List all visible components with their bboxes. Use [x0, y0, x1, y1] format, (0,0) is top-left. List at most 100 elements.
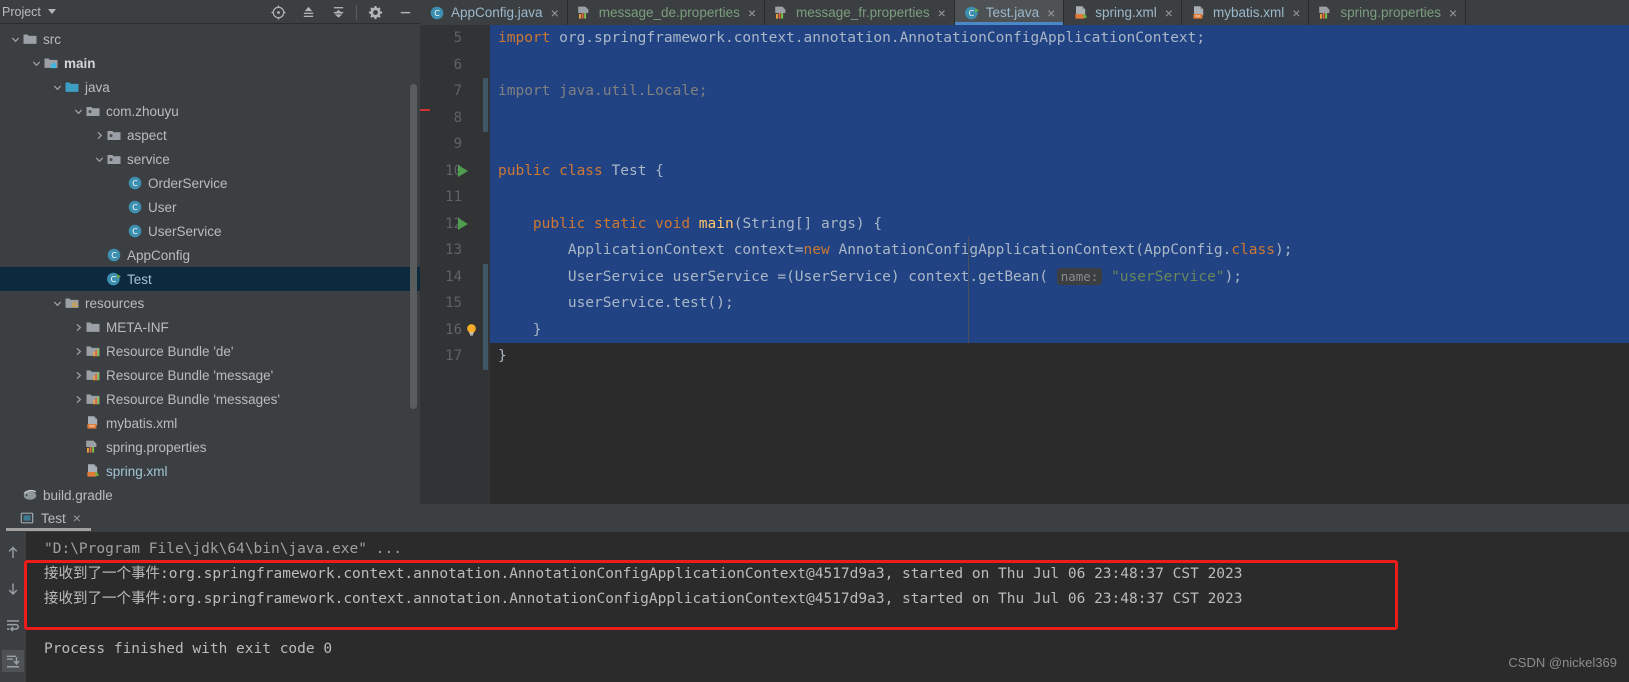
tree-item-meta-inf[interactable]: META-INF — [0, 315, 420, 339]
soft-wrap-icon[interactable] — [2, 614, 24, 636]
close-icon[interactable]: × — [1047, 6, 1055, 20]
tree-item-src[interactable]: src — [0, 27, 420, 51]
tree-item-label: mybatis.xml — [106, 415, 178, 431]
close-icon[interactable]: × — [1449, 6, 1457, 20]
tree-item-appconfig[interactable]: C AppConfig — [0, 243, 420, 267]
line-number: 9 — [453, 136, 462, 152]
chevron-down-icon[interactable] — [47, 9, 56, 14]
minimize-icon[interactable] — [390, 0, 420, 24]
code-line[interactable]: 17} — [420, 343, 1629, 370]
chevron-down-icon[interactable] — [29, 51, 43, 75]
close-icon[interactable]: × — [73, 510, 81, 526]
code-line[interactable]: 15 userService.test(); — [420, 290, 1629, 317]
chevron-right-icon[interactable] — [71, 363, 85, 387]
collapse-all-icon[interactable] — [323, 0, 353, 24]
code-line[interactable]: 13 ApplicationContext context=new Annota… — [420, 237, 1629, 264]
code-line[interactable]: 7 import java.util.Locale; — [420, 78, 1629, 105]
tree-item-build-gradle[interactable]: build.gradle — [0, 483, 420, 504]
down-arrow-icon[interactable] — [2, 578, 24, 600]
line-number: 7 — [453, 83, 462, 99]
run-tab-test[interactable]: Test × — [0, 504, 91, 532]
expand-all-icon[interactable] — [293, 0, 323, 24]
chevron-right-icon[interactable] — [71, 315, 85, 339]
svg-text:<>: <> — [1195, 14, 1201, 19]
editor-tab-test-java[interactable]: C Test.java × — [954, 0, 1065, 25]
project-toolbar — [263, 0, 420, 24]
project-tree[interactable]: src main java com.zhouyu aspect service C Order… — [0, 24, 420, 504]
chevron-right-icon[interactable] — [71, 387, 85, 411]
code-line[interactable]: 16 } — [420, 316, 1629, 343]
tree-item-test[interactable]: C Test — [0, 267, 420, 291]
close-icon[interactable]: × — [551, 6, 559, 20]
tree-item-resources[interactable]: resources — [0, 291, 420, 315]
editor-area: C AppConfig.java × message_de.properties × me… — [420, 0, 1629, 504]
code-line[interactable]: 10 public class Test { — [420, 157, 1629, 184]
properties-file-icon — [774, 5, 790, 21]
tree-item-main[interactable]: main — [0, 51, 420, 75]
tree-item-userservice[interactable]: C UserService — [0, 219, 420, 243]
editor-tab-mybatis-xml[interactable]: <> mybatis.xml × — [1182, 0, 1310, 25]
editor-tab-appconfig-java[interactable]: C AppConfig.java × — [420, 0, 568, 25]
close-icon[interactable]: × — [938, 6, 946, 20]
editor-tab-spring-properties[interactable]: spring.properties × — [1309, 0, 1467, 25]
code-line[interactable]: 11 — [420, 184, 1629, 211]
code-line-text — [490, 51, 1629, 78]
console-line: 接收到了一个事件:org.springframework.context.ann… — [44, 566, 1243, 582]
code-line[interactable]: 12 public static void main(String[] args… — [420, 210, 1629, 237]
tree-item-spring-xml[interactable]: spring.xml — [0, 459, 420, 483]
scroll-to-end-icon[interactable] — [2, 650, 24, 672]
spring-xml-icon — [85, 463, 102, 479]
chevron-right-icon[interactable] — [92, 123, 106, 147]
run-gutter-icon[interactable] — [458, 164, 468, 177]
tree-item-service[interactable]: service — [0, 147, 420, 171]
tree-item-mybatis-xml[interactable]: <> mybatis.xml — [0, 411, 420, 435]
gear-icon[interactable] — [360, 0, 390, 24]
code-editor[interactable]: 5 import org.springframework.context.anno… — [420, 25, 1629, 504]
tree-item-aspect[interactable]: aspect — [0, 123, 420, 147]
chevron-down-icon[interactable] — [50, 291, 64, 315]
console-line: Process finished with exit code 0 — [44, 641, 333, 657]
close-icon[interactable]: × — [1165, 6, 1173, 20]
code-lines[interactable]: 5 import org.springframework.context.anno… — [420, 25, 1629, 504]
run-gutter-icon[interactable] — [458, 217, 468, 230]
tree-item-com-zhouyu[interactable]: com.zhouyu — [0, 99, 420, 123]
code-line[interactable]: 9 — [420, 131, 1629, 158]
console-output[interactable]: "D:\Program File\jdk\64\bin\java.exe" ..… — [26, 532, 1629, 682]
code-line[interactable]: 5 import org.springframework.context.anno… — [420, 25, 1629, 52]
tree-item-java[interactable]: java — [0, 75, 420, 99]
chevron-down-icon[interactable] — [92, 147, 106, 171]
code-line[interactable]: 8 — [420, 104, 1629, 131]
tree-item-resource-bundle-message[interactable]: Resource Bundle 'message' — [0, 363, 420, 387]
chevron-down-icon[interactable] — [50, 75, 64, 99]
tree-item-resource-bundle-messages[interactable]: Resource Bundle 'messages' — [0, 387, 420, 411]
line-number: 16 — [445, 321, 462, 338]
run-tool-window: Test × "D:\Program File\jdk\64\bin\java.… — [0, 504, 1629, 682]
locate-target-icon[interactable] — [263, 0, 293, 24]
line-number: 15 — [445, 295, 462, 311]
tree-item-user[interactable]: C User — [0, 195, 420, 219]
code-line[interactable]: 6 — [420, 51, 1629, 78]
tree-item-orderservice[interactable]: C OrderService — [0, 171, 420, 195]
chevron-down-icon[interactable] — [8, 27, 22, 51]
package-icon — [85, 103, 102, 119]
up-arrow-icon[interactable] — [2, 542, 24, 564]
tree-item-resource-bundle-de[interactable]: Resource Bundle 'de' — [0, 339, 420, 363]
editor-tab-label: message_fr.properties — [796, 5, 930, 20]
intention-bulb-icon[interactable] — [464, 321, 479, 339]
editor-tab-message-de-properties[interactable]: message_de.properties × — [568, 0, 766, 25]
editor-tab-label: mybatis.xml — [1212, 5, 1285, 20]
chevron-right-icon[interactable] — [71, 339, 85, 363]
editor-tab-bar[interactable]: C AppConfig.java × message_de.properties × me… — [420, 0, 1629, 25]
close-icon[interactable]: × — [1292, 6, 1300, 20]
tree-item-spring-properties[interactable]: spring.properties — [0, 435, 420, 459]
chevron-down-icon[interactable] — [71, 99, 85, 123]
editor-tab-spring-xml[interactable]: spring.xml × — [1064, 0, 1182, 25]
project-tree-scrollbar[interactable] — [410, 84, 417, 409]
code-line[interactable]: 14 UserService userService =(UserService… — [420, 263, 1629, 290]
close-icon[interactable]: × — [748, 6, 756, 20]
console-line: "D:\Program File\jdk\64\bin\java.exe" ..… — [44, 541, 402, 557]
editor-tab-message-fr-properties[interactable]: message_fr.properties × — [765, 0, 955, 25]
